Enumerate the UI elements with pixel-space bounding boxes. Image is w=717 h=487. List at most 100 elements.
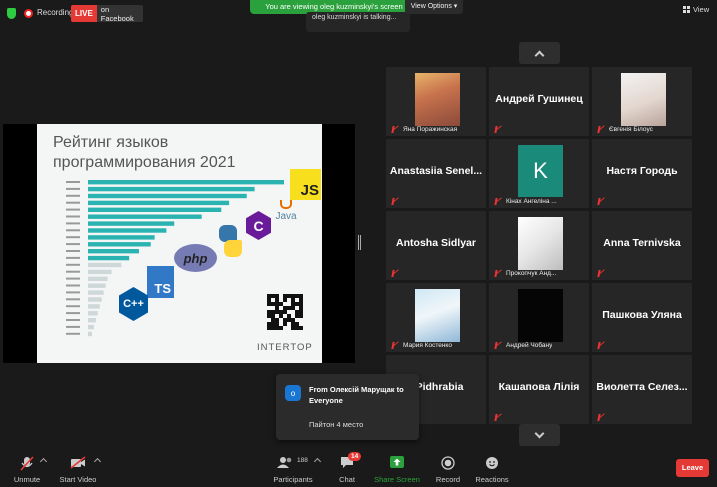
ranking-bar-19: [88, 304, 100, 309]
chat-label: Chat: [339, 475, 355, 484]
java-cup-icon: [280, 200, 292, 209]
zoom-window: Recording LIVE on Facebook You are viewi…: [0, 0, 717, 487]
share-screen-icon: [390, 456, 404, 468]
bar-label-22: [66, 325, 80, 328]
reactions-label: Reactions: [475, 475, 509, 484]
bar-label-16: [66, 284, 80, 287]
participant-display-name: Андрей Гушинец: [495, 93, 583, 105]
participant-display-name: Кашапова Лілія: [498, 381, 580, 393]
view-button[interactable]: View: [683, 5, 709, 14]
panel-resize-handle[interactable]: [358, 235, 361, 250]
chevron-down-icon: [534, 428, 545, 438]
muted-microphone-icon: [391, 126, 399, 133]
chevron-down-icon: ▾: [453, 3, 458, 10]
participant-tile[interactable]: Кашапова Лілія: [489, 355, 589, 424]
bar-label-12: [66, 256, 80, 259]
leave-button[interactable]: Leave: [676, 459, 709, 477]
chat-sender-avatar: o: [285, 385, 301, 401]
live-stream-badge[interactable]: LIVE on Facebook: [71, 5, 143, 22]
participant-tile[interactable]: Виолетта Селез...: [592, 355, 692, 424]
participant-tile[interactable]: Пашкова Уляна: [592, 283, 692, 352]
bar-label-19: [66, 305, 80, 308]
unmute-label: Unmute: [13, 475, 41, 484]
live-label: LIVE: [71, 5, 97, 22]
participants-label: Participants: [273, 475, 313, 484]
muted-microphone-icon: [597, 126, 605, 133]
bar-label-15: [66, 277, 80, 280]
view-options-button[interactable]: View Options ▾: [405, 0, 463, 14]
gallery-next-page-button[interactable]: [519, 424, 560, 446]
view-options-label: View Options: [410, 3, 452, 10]
participant-tile[interactable]: Яна Поражинская: [386, 67, 486, 136]
participants-count: 188: [297, 457, 308, 464]
grid-view-icon: [683, 6, 690, 13]
bar-label-21: [66, 319, 80, 321]
ranking-bar-15: [88, 276, 108, 281]
participant-tile[interactable]: Андрей Чобану: [489, 283, 589, 352]
bar-label-18: [66, 298, 80, 301]
muted-microphone-icon: [597, 198, 605, 205]
participant-tile[interactable]: Настя Городь: [592, 139, 692, 208]
bar-label-6: [66, 215, 80, 218]
bar-label-17: [66, 291, 80, 294]
muted-microphone-icon: [597, 342, 605, 349]
participant-display-name: Пашкова Уляна: [602, 309, 682, 321]
share-screen-button[interactable]: Share Screen: [372, 454, 422, 484]
ranking-bar-12: [88, 255, 130, 261]
participant-tile[interactable]: K Кінах Ангеліна ...: [489, 139, 589, 208]
participant-tile[interactable]: Андрей Гушинец: [489, 67, 589, 136]
bar-label-1: [66, 181, 80, 183]
muted-microphone-icon: [20, 456, 34, 471]
participant-name-label: Кінах Ангеліна ...: [506, 198, 557, 205]
participant-video-frame: [518, 289, 563, 342]
participant-display-name: Настя Городь: [606, 165, 678, 177]
muted-microphone-icon: [597, 270, 605, 277]
participant-tile[interactable]: Євгенія Білоус: [592, 67, 692, 136]
muted-microphone-icon: [391, 270, 399, 277]
participant-tile[interactable]: Мария Костенко: [386, 283, 486, 352]
reactions-button[interactable]: Reactions: [475, 454, 509, 484]
participant-display-name: Anastasiia Senel...: [389, 165, 483, 177]
security-shield-icon[interactable]: [7, 8, 16, 19]
chevron-up-icon: [534, 50, 545, 60]
muted-microphone-icon: [494, 126, 502, 133]
participants-button[interactable]: 188 Participants: [273, 454, 313, 484]
bar-label-20: [66, 312, 80, 315]
chat-notification[interactable]: o From Олексій Марущак to Everyone Пайто…: [276, 374, 419, 440]
gallery-prev-page-button[interactable]: [519, 42, 560, 64]
muted-microphone-icon: [494, 198, 502, 205]
slide-brand-label: INTERTOP: [257, 342, 313, 353]
participant-tile[interactable]: Anna Ternivska: [592, 211, 692, 280]
recording-label: Recording: [37, 8, 74, 17]
participant-name-label: Андрей Чобану: [506, 342, 553, 349]
record-button[interactable]: Record: [434, 454, 462, 484]
ranking-bar-11: [88, 249, 139, 254]
bar-label-10: [66, 243, 80, 246]
ranking-bar-21: [88, 318, 96, 323]
unmute-button[interactable]: Unmute: [10, 454, 44, 484]
participant-video-frame: [518, 217, 563, 270]
participant-video-frame: [415, 289, 460, 342]
chat-message-text: Пайтон 4 место: [309, 420, 364, 429]
ranking-bar-18: [88, 297, 102, 302]
participant-avatar: K: [518, 145, 563, 197]
participant-tile[interactable]: Прокопчук Анд...: [489, 211, 589, 280]
ranking-bar-23: [88, 331, 92, 337]
ranking-bar-20: [88, 311, 98, 316]
bar-label-5: [66, 208, 80, 211]
ranking-bar-22: [88, 324, 94, 330]
bar-label-23: [66, 332, 80, 335]
ranking-bar-17: [88, 290, 104, 295]
participant-tile[interactable]: Antosha Sidlyar: [386, 211, 486, 280]
participants-options-caret-icon[interactable]: [313, 457, 322, 466]
participant-name-label: Яна Поражинская: [403, 126, 458, 133]
participant-tile[interactable]: Anastasiia Senel...: [386, 139, 486, 208]
start-video-button[interactable]: Start Video: [60, 454, 96, 484]
view-label: View: [693, 5, 710, 14]
participants-icon: [277, 457, 292, 468]
muted-microphone-icon: [494, 270, 502, 277]
bar-label-13: [66, 263, 80, 266]
ranking-bar-13: [88, 262, 122, 268]
participant-display-name: Anna Ternivska: [603, 237, 681, 249]
muted-microphone-icon: [597, 414, 605, 421]
